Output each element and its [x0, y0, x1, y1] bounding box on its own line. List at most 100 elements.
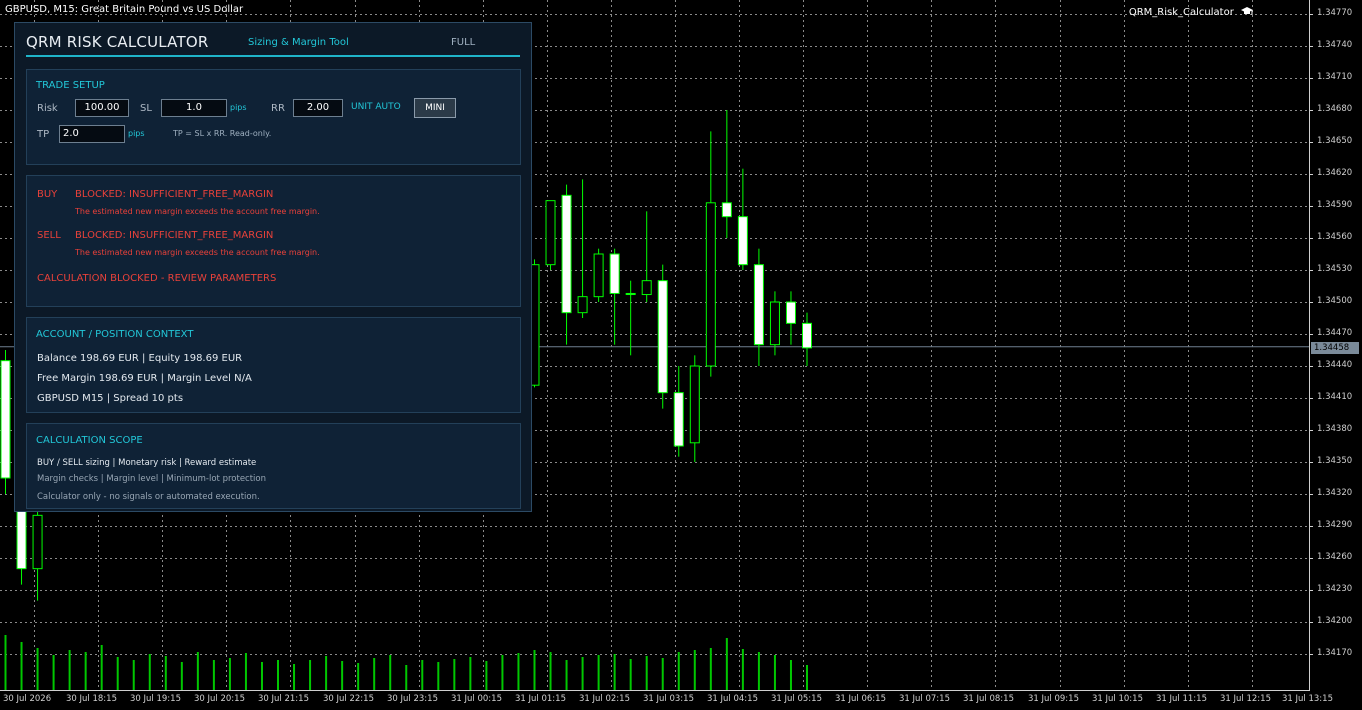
account-context-section: ACCOUNT / POSITION CONTEXT Balance 198.6… — [26, 317, 521, 413]
time-tick-label: 31 Jul 10:15 — [1092, 694, 1143, 704]
price-tick-mark — [1309, 430, 1313, 431]
buy-label: BUY — [37, 189, 58, 200]
price-tick-mark — [1309, 398, 1313, 399]
expert-advisor-label[interactable]: QRM_Risk_Calculator — [1129, 6, 1253, 18]
price-tick-label: 1.34350 — [1317, 456, 1353, 466]
price-tick-mark — [1309, 462, 1313, 463]
price-tick-mark — [1309, 206, 1313, 207]
time-tick-label: 31 Jul 08:15 — [963, 694, 1014, 704]
risk-label: Risk — [37, 103, 58, 114]
price-tick-mark — [1309, 334, 1313, 335]
account-context-title: ACCOUNT / POSITION CONTEXT — [36, 329, 194, 340]
price-tick-mark — [1309, 142, 1313, 143]
time-tick-label: 30 Jul 19:15 — [130, 694, 181, 704]
calculation-scope-section: CALCULATION SCOPE BUY / SELL sizing | Mo… — [26, 423, 521, 509]
calculation-status-summary: CALCULATION BLOCKED - REVIEW PARAMETERS — [37, 273, 277, 284]
candle-body — [545, 200, 556, 266]
candle-body — [673, 392, 684, 447]
buy-detail: The estimated new margin exceeds the acc… — [75, 207, 320, 216]
candle-body — [593, 253, 604, 298]
candle-body — [657, 280, 668, 394]
time-tick-label: 31 Jul 12:15 — [1220, 694, 1271, 704]
mini-button[interactable]: MINI — [414, 98, 456, 118]
status-section: BUY BLOCKED: INSUFFICIENT_FREE_MARGIN Th… — [26, 175, 521, 307]
trade-setup-title: TRADE SETUP — [36, 80, 105, 91]
trade-setup-section: TRADE SETUP Risk 100.00 SL 1.0 pips RR 2… — [26, 69, 521, 165]
candle-body — [0, 360, 11, 479]
price-tick-mark — [1309, 302, 1313, 303]
time-tick-label: 31 Jul 03:15 — [643, 694, 694, 704]
panel-title: QRM RISK CALCULATOR — [26, 33, 209, 51]
time-tick-label: 31 Jul 13:15 — [1282, 694, 1333, 704]
price-tick-mark — [1309, 654, 1313, 655]
chart-symbol-title: GBPUSD, M15: Great Britain Pound vs US D… — [5, 4, 244, 15]
time-tick-label: 31 Jul 01:15 — [515, 694, 566, 704]
sell-label: SELL — [37, 230, 61, 241]
unit-auto-label: UNIT AUTO — [351, 102, 401, 112]
sl-unit: pips — [230, 103, 247, 112]
candle-body — [721, 202, 732, 218]
tp-unit: pips — [128, 129, 145, 138]
time-tick-label: 30 Jul 22:15 — [323, 694, 374, 704]
time-axis: 30 Jul 2026 30 Jul 18:15 30 Jul 19:15 30 Ju… — [0, 690, 1362, 710]
candle-body — [737, 216, 748, 266]
scope-line-1: BUY / SELL sizing | Monetary risk | Rewa… — [37, 458, 257, 468]
rr-input[interactable]: 2.00 — [293, 99, 343, 117]
price-tick-label: 1.34290 — [1317, 520, 1353, 530]
time-tick-label: 31 Jul 04:15 — [707, 694, 758, 704]
buy-status: BLOCKED: INSUFFICIENT_FREE_MARGIN — [75, 189, 274, 200]
time-tick-label: 31 Jul 07:15 — [899, 694, 950, 704]
candle-body — [577, 296, 588, 314]
graduation-cap-icon — [1241, 7, 1253, 15]
calculation-scope-title: CALCULATION SCOPE — [36, 435, 143, 446]
price-tick-label: 1.34530 — [1317, 264, 1353, 274]
candle-body — [609, 253, 620, 294]
rr-label: RR — [271, 103, 285, 114]
candle-body — [689, 365, 700, 444]
price-tick-label: 1.34740 — [1317, 40, 1353, 50]
free-margin-line: Free Margin 198.69 EUR | Margin Level N/… — [37, 373, 252, 384]
risk-input[interactable]: 100.00 — [75, 99, 129, 117]
sell-status: BLOCKED: INSUFFICIENT_FREE_MARGIN — [75, 230, 274, 241]
time-tick-label: 31 Jul 06:15 — [835, 694, 886, 704]
time-tick-label: 31 Jul 09:15 — [1028, 694, 1079, 704]
panel-subtitle-tab[interactable]: Sizing & Margin Tool — [248, 37, 349, 48]
time-axis-border — [0, 690, 1310, 691]
price-tick-mark — [1309, 174, 1313, 175]
price-tick-mark — [1309, 558, 1313, 559]
risk-calculator-panel: QRM RISK CALCULATOR Sizing & Margin Tool… — [14, 22, 532, 512]
price-tick-label: 1.34470 — [1317, 328, 1353, 338]
price-tick-mark — [1309, 366, 1313, 367]
price-tick-mark — [1309, 78, 1313, 79]
price-tick-label: 1.34590 — [1317, 200, 1353, 210]
candle-body — [753, 264, 764, 346]
price-tick-mark — [1309, 526, 1313, 527]
price-tick-mark — [1309, 590, 1313, 591]
candle-body — [785, 301, 796, 324]
time-tick-label: 31 Jul 11:15 — [1156, 694, 1207, 704]
price-axis-border — [1309, 0, 1310, 690]
candle-body — [769, 301, 780, 346]
time-tick-label: 31 Jul 05:15 — [771, 694, 822, 704]
candle-body — [641, 280, 652, 296]
price-tick-mark — [1309, 494, 1313, 495]
price-tick-label: 1.34230 — [1317, 584, 1353, 594]
full-mode-tab[interactable]: FULL — [451, 37, 475, 48]
symbol-spread-line: GBPUSD M15 | Spread 10 pts — [37, 393, 184, 404]
sl-input[interactable]: 1.0 — [161, 99, 227, 117]
price-tick-label: 1.34410 — [1317, 392, 1353, 402]
price-tick-label: 1.34320 — [1317, 488, 1353, 498]
sell-detail: The estimated new margin exceeds the acc… — [75, 248, 320, 257]
price-tick-label: 1.34380 — [1317, 424, 1353, 434]
price-tick-label: 1.34710 — [1317, 72, 1353, 82]
price-tick-label: 1.34200 — [1317, 616, 1353, 626]
price-tick-label: 1.34500 — [1317, 296, 1353, 306]
price-axis: 1.34770 1.34740 1.34710 1.34680 1.34650 1.346… — [1309, 0, 1362, 690]
scope-line-2: Margin checks | Margin level | Minimum-l… — [37, 474, 267, 484]
price-tick-label: 1.34650 — [1317, 136, 1353, 146]
price-tick-mark — [1309, 622, 1313, 623]
time-tick-label: 31 Jul 02:15 — [579, 694, 630, 704]
price-tick-mark — [1309, 110, 1313, 111]
time-tick-label: 30 Jul 20:15 — [194, 694, 245, 704]
price-tick-label: 1.34260 — [1317, 552, 1353, 562]
